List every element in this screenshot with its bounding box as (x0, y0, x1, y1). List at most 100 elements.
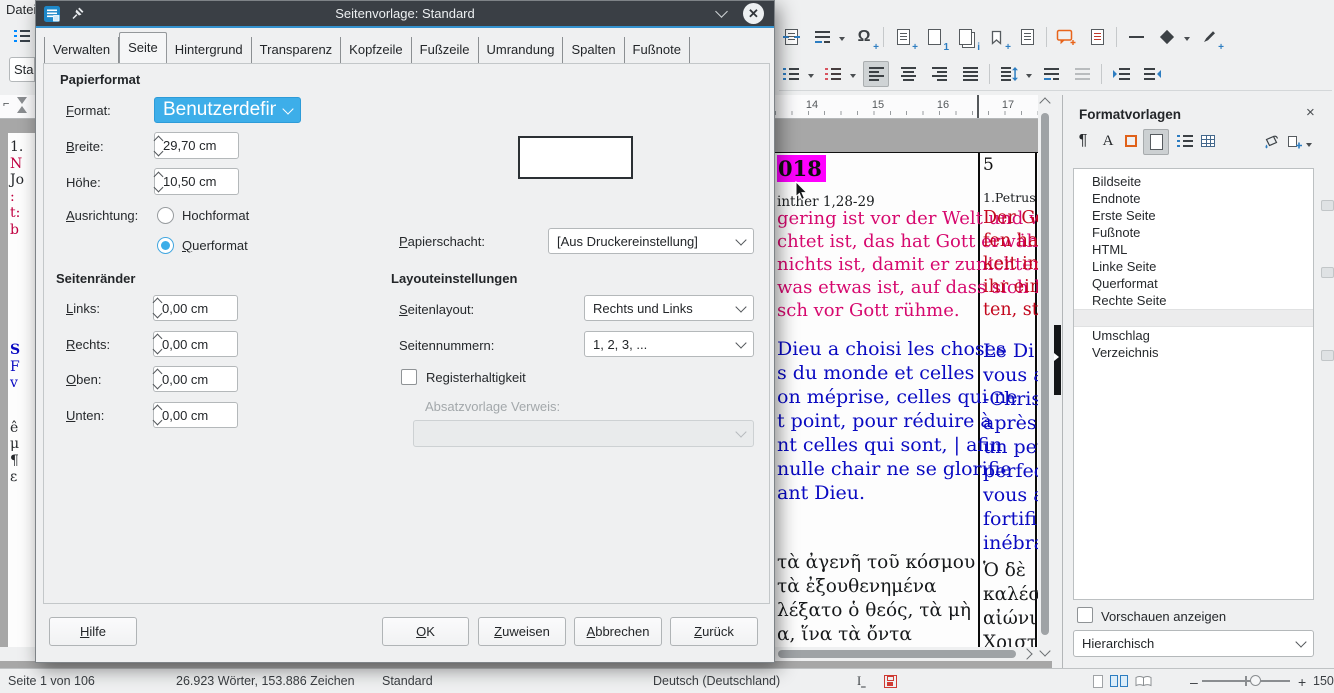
style-filter-dropdown[interactable]: Hierarchisch (1073, 630, 1314, 657)
insert-footnote-icon[interactable]: 1 (922, 25, 946, 49)
freeform-draw-icon[interactable]: + (1197, 25, 1221, 49)
bullet-list-icon[interactable] (779, 62, 803, 86)
tab-fusszeile[interactable]: Fußzeile (412, 37, 479, 63)
style-item[interactable]: Verzeichnis (1074, 344, 1313, 361)
register-true-checkbox[interactable] (401, 369, 417, 385)
justify-icon[interactable] (958, 62, 982, 86)
line-spacing-icon[interactable] (997, 62, 1021, 86)
landscape-label[interactable]: Querformat (182, 238, 248, 253)
page-numbers-dropdown[interactable]: 1, 2, 3, ... (584, 331, 754, 357)
height-spinbox[interactable]: 10,50 cm (154, 168, 239, 195)
close-icon[interactable]: ✕ (743, 3, 764, 24)
close-icon[interactable]: × (1306, 104, 1315, 121)
insert-bookmark-icon[interactable]: + (984, 25, 1008, 49)
paragraph-styles-icon[interactable]: ¶ (1071, 129, 1095, 153)
ruler-corner[interactable]: ⌐ (0, 95, 35, 119)
style-item[interactable]: Linke Seite (1074, 258, 1313, 275)
insert-comment-icon[interactable] (1054, 25, 1078, 49)
horizontal-ruler[interactable]: 14 15 16 17 (775, 95, 1038, 119)
zoom-level-value[interactable]: 150 (1313, 674, 1334, 688)
paper-tray-dropdown[interactable]: [Aus Druckereinstellung] (548, 228, 754, 254)
align-right-icon[interactable] (927, 62, 951, 86)
language-status[interactable]: Deutsch (Deutschland) (653, 674, 780, 688)
sidebar-tab-icon[interactable] (1321, 200, 1334, 211)
chevron-down-icon[interactable] (1306, 143, 1312, 150)
document-modified-icon[interactable] (884, 675, 897, 688)
paragraph-style-icon[interactable] (810, 25, 834, 49)
zoom-slider-thumb[interactable] (1250, 675, 1261, 686)
reset-button[interactable]: Zurück (670, 617, 758, 646)
column-boundary-marker[interactable] (977, 95, 979, 118)
word-count-status[interactable]: 26.923 Wörter, 153.886 Zeichen (176, 674, 355, 688)
apply-button[interactable]: Zuweisen (478, 617, 566, 646)
horizontal-scrollbar[interactable] (775, 647, 1038, 661)
list-styles-icon[interactable] (1173, 129, 1197, 153)
page-styles-icon[interactable] (1143, 129, 1169, 155)
tab-stop-selector-icon[interactable]: ⌐ (3, 98, 9, 110)
shade-icon[interactable] (711, 3, 732, 24)
page-layout-dropdown[interactable]: Rechts und Links (584, 295, 754, 321)
new-style-from-selection-icon[interactable] (1283, 129, 1307, 153)
sidebar-splitter[interactable] (1052, 95, 1062, 668)
help-button[interactable]: Hilfe (49, 617, 137, 646)
toolbar-icon-partial[interactable] (10, 24, 34, 48)
horizontal-scroll-thumb[interactable] (778, 650, 1016, 658)
style-item[interactable]: Querformat (1074, 275, 1313, 292)
ok-button[interactable]: OK (382, 617, 469, 646)
width-spinbox[interactable]: 29,70 cm (154, 132, 239, 159)
scroll-up-icon[interactable] (1039, 97, 1050, 108)
paragraph-spacing-icon[interactable] (1039, 62, 1063, 86)
tab-kopfzeile[interactable]: Kopfzeile (341, 37, 411, 63)
insert-endnote-icon[interactable]: i (953, 25, 977, 49)
format-dropdown[interactable]: Benutzerdefiniert (154, 97, 301, 123)
decrease-indent-icon[interactable] (1140, 62, 1164, 86)
style-item[interactable]: HTML (1074, 241, 1313, 258)
page-count-status[interactable]: Seite 1 von 106 (8, 674, 95, 688)
show-previews-checkbox[interactable] (1077, 607, 1093, 623)
scroll-right-icon[interactable] (1021, 648, 1032, 659)
vertical-scrollbar[interactable] (1038, 95, 1052, 661)
vertical-scroll-thumb[interactable] (1041, 113, 1049, 635)
page-break-icon[interactable] (779, 25, 803, 49)
align-left-icon[interactable] (863, 61, 889, 87)
sidebar-tab-icon[interactable] (1321, 267, 1334, 278)
portrait-radio[interactable] (157, 207, 174, 224)
sidebar-tab-icon[interactable] (1321, 350, 1334, 361)
zoom-in-icon[interactable]: + (1298, 674, 1306, 690)
insert-cross-reference-icon[interactable] (1015, 25, 1039, 49)
chevron-down-icon[interactable] (1026, 74, 1032, 81)
scroll-down-icon[interactable] (1039, 645, 1050, 656)
table-styles-icon[interactable] (1196, 129, 1220, 153)
tab-hintergrund[interactable]: Hintergrund (167, 37, 252, 63)
selection-mode-icon[interactable]: I‗ (857, 674, 866, 689)
page-style-status[interactable]: Standard (382, 674, 433, 688)
tab-fussnote[interactable]: Fußnote (625, 37, 690, 63)
margin-right-spinbox[interactable]: 0,00 cm (153, 331, 238, 357)
zoom-out-icon[interactable]: – (1190, 674, 1198, 690)
tab-spalten[interactable]: Spalten (563, 37, 624, 63)
insert-field-icon[interactable]: + (891, 25, 915, 49)
style-item[interactable]: Fußnote (1074, 224, 1313, 241)
style-item[interactable]: Erste Seite (1074, 207, 1313, 224)
style-item[interactable]: Rechte Seite (1074, 292, 1313, 309)
chevron-down-icon[interactable] (808, 74, 814, 81)
register-true-label[interactable]: Registerhaltigkeit (426, 370, 526, 385)
insert-line-icon[interactable] (1124, 25, 1148, 49)
frame-styles-icon[interactable] (1119, 129, 1143, 153)
style-item[interactable]: Umschlag (1074, 327, 1313, 344)
style-item[interactable]: Endnote (1074, 190, 1313, 207)
single-page-view-icon[interactable] (1093, 675, 1103, 688)
tab-umrandung[interactable]: Umrandung (479, 37, 564, 63)
chevron-down-icon[interactable] (839, 37, 845, 44)
special-character-icon[interactable]: Ω+ (852, 25, 876, 49)
tab-verwalten[interactable]: Verwalten (44, 37, 119, 63)
sidebar-hide-handle[interactable] (1054, 325, 1061, 395)
multi-page-view-icon[interactable] (1110, 675, 1118, 687)
cancel-button[interactable]: Abbrechen (574, 617, 662, 646)
portrait-label[interactable]: Hochformat (182, 208, 249, 223)
book-view-icon[interactable] (1135, 675, 1152, 693)
margin-bottom-spinbox[interactable]: 0,00 cm (153, 402, 238, 428)
menu-file[interactable]: Datei (6, 2, 36, 17)
document-page[interactable]: 018 inther 1,28-29 gering ist vor der We… (775, 152, 1038, 647)
tab-transparenz[interactable]: Transparenz (252, 37, 342, 63)
